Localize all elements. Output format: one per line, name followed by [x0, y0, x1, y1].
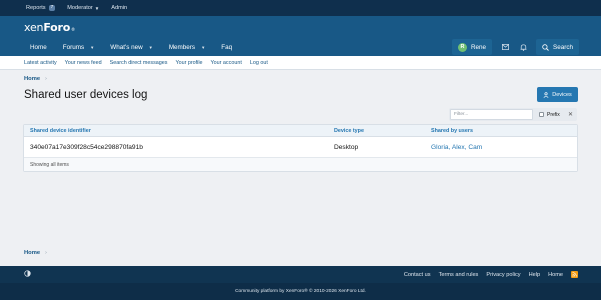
devices-button-label: Devices	[552, 91, 572, 98]
devices-button[interactable]: Devices	[537, 87, 578, 102]
breadcrumb-home[interactable]: Home	[24, 250, 40, 256]
filter-input[interactable]: Filter...	[450, 109, 533, 120]
nav-faq-label: Faq	[221, 43, 233, 51]
subnav-log-out[interactable]: Log out	[246, 60, 272, 66]
user-icon	[543, 91, 549, 98]
theme-icon	[24, 270, 31, 277]
breadcrumb: Home ›	[24, 76, 47, 82]
nav-home-label: Home	[30, 43, 47, 51]
nav-faq[interactable]: Faq	[213, 38, 240, 56]
subnav-your-account[interactable]: Your account	[207, 60, 246, 66]
nav-members-label: Members	[168, 43, 196, 51]
column-header-device-type: Device type	[334, 127, 364, 134]
device-type: Desktop	[334, 143, 359, 151]
subnav-latest-activity[interactable]: Latest activity	[20, 60, 61, 66]
nav-forums[interactable]: Forums ▼	[55, 38, 103, 56]
chevron-right-icon: ›	[45, 250, 47, 256]
search-label: Search	[553, 43, 573, 51]
chevron-down-icon[interactable]: ▼	[149, 45, 153, 50]
table-row: 340e07a17e309f28c54ce298870fa91b Desktop…	[24, 137, 577, 158]
filter-bar: Filter... Prefix ✕	[449, 108, 577, 121]
breadcrumb-bottom: Home ›	[24, 250, 47, 256]
chevron-down-icon[interactable]: ▼	[201, 45, 205, 50]
column-header-identifier: Shared device identifier	[30, 127, 91, 134]
nav-whats-new-label: What's new	[110, 43, 143, 51]
copyright: Community platform by XenForo® © 2010-20…	[0, 283, 601, 300]
envelope-icon	[501, 44, 509, 50]
breadcrumb-home[interactable]: Home	[24, 76, 40, 82]
trademark-mark: ®	[71, 26, 75, 32]
reports-count-badge: 7	[48, 5, 56, 11]
nav-user-area: R Rene Search	[451, 38, 579, 56]
main-nav: Home Forums ▼ What's new ▼ Members ▼ Faq R …	[0, 38, 601, 56]
logo-text-part1: xen	[24, 20, 44, 34]
staff-bar: Reports 7 Moderator ▼ Admin	[0, 0, 601, 16]
table-header: Shared device identifier Device type Sha…	[24, 125, 577, 137]
checkbox[interactable]	[539, 112, 544, 117]
footer-home[interactable]: Home	[548, 272, 563, 278]
alerts-button[interactable]	[514, 39, 532, 55]
moderator-label: Moderator	[67, 5, 93, 11]
moderator-menu[interactable]: Moderator ▼	[67, 5, 99, 11]
logo-text-part2: Foro	[43, 20, 71, 34]
nav-whats-new[interactable]: What's new ▼	[102, 38, 161, 56]
footer-terms[interactable]: Terms and rules	[439, 272, 479, 278]
subnav-your-profile[interactable]: Your profile	[171, 60, 206, 66]
nav-members[interactable]: Members ▼	[161, 38, 213, 56]
chevron-down-icon[interactable]: ▼	[90, 45, 94, 50]
subnav-news-feed[interactable]: Your news feed	[61, 60, 106, 66]
chevron-down-icon: ▼	[94, 5, 100, 11]
site-header: xen Foro ®	[0, 16, 601, 38]
device-identifier: 340e07a17e309f28c54ce298870fa91b	[30, 143, 143, 151]
footer-links-bar: Contact us Terms and rules Privacy polic…	[0, 266, 601, 283]
site-logo[interactable]: xen Foro ®	[24, 21, 75, 34]
inbox-button[interactable]	[496, 39, 514, 55]
admin-label: Admin	[111, 5, 128, 11]
prefix-label: Prefix	[547, 111, 560, 118]
account-menu[interactable]: R Rene	[451, 39, 493, 55]
rss-icon[interactable]	[571, 271, 578, 278]
bell-icon	[520, 43, 526, 51]
search-icon	[542, 43, 549, 51]
column-header-shared-by: Shared by users	[431, 127, 473, 134]
footer-help[interactable]: Help	[529, 272, 541, 278]
sub-nav: Latest activity Your news feed Search di…	[0, 56, 601, 70]
close-icon[interactable]: ✕	[568, 111, 573, 118]
devices-table: Shared device identifier Device type Sha…	[23, 124, 578, 172]
footer-contact-us[interactable]: Contact us	[404, 272, 431, 278]
chevron-right-icon: ›	[45, 76, 47, 82]
avatar: R	[457, 42, 467, 52]
footer-links: Contact us Terms and rules Privacy polic…	[396, 266, 578, 283]
reports-label: Reports	[26, 5, 46, 11]
prefix-checkbox[interactable]: Prefix	[539, 112, 560, 118]
page-title: Shared user devices log	[24, 89, 148, 101]
search-button[interactable]: Search	[536, 39, 579, 55]
nav-forums-label: Forums	[62, 43, 85, 51]
style-chooser-button[interactable]	[24, 270, 31, 279]
nav-home[interactable]: Home	[22, 38, 55, 56]
user-name: Rene	[470, 43, 487, 51]
reports-link[interactable]: Reports 7	[26, 5, 56, 11]
footer-privacy[interactable]: Privacy policy	[486, 272, 520, 278]
table-footer: Showing all items	[24, 158, 577, 171]
admin-link[interactable]: Admin	[111, 5, 127, 11]
shared-by-users[interactable]: Gloria, Alex, Cam	[431, 144, 482, 151]
subnav-search-direct-messages[interactable]: Search direct messages	[106, 60, 172, 66]
